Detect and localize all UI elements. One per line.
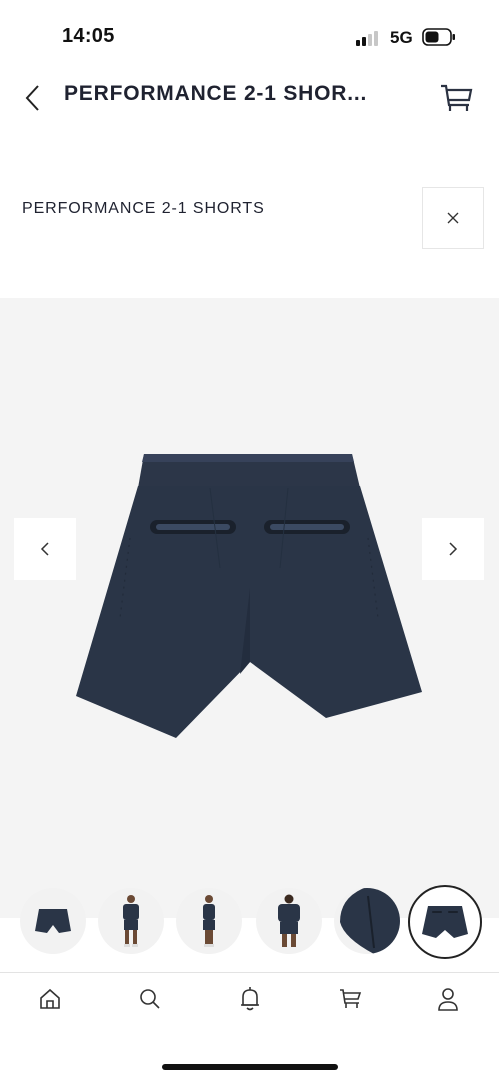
model-image — [203, 895, 215, 947]
thumbnail-shorts-back[interactable] — [408, 885, 482, 959]
tab-bar-divider — [0, 972, 499, 973]
thumbnail-strip — [0, 885, 499, 962]
previous-image-button[interactable] — [14, 518, 76, 580]
product-image-gallery[interactable] — [0, 298, 499, 918]
signal-icon — [356, 30, 380, 46]
chevron-left-icon — [25, 85, 39, 111]
tab-notifications[interactable] — [235, 984, 265, 1014]
tab-home[interactable] — [35, 984, 65, 1014]
search-icon — [140, 989, 160, 1009]
fabric-image — [340, 888, 400, 954]
top-nav-bar: PERFORMANCE 2-1 SHOR... — [0, 70, 499, 126]
tab-search[interactable] — [135, 984, 165, 1014]
thumbnail-model-back[interactable] — [256, 888, 322, 954]
home-indicator — [162, 1064, 338, 1070]
thumbnail-model-front[interactable] — [98, 888, 164, 954]
product-title: PERFORMANCE 2-1 SHORTS — [22, 200, 265, 217]
close-icon — [447, 212, 459, 224]
product-image — [76, 454, 422, 738]
chevron-right-icon — [449, 542, 458, 556]
thumbnail-model-side[interactable] — [176, 888, 242, 954]
profile-icon — [438, 988, 458, 1011]
chevron-left-icon — [40, 542, 49, 556]
cart-icon — [441, 84, 473, 111]
shorts-image — [422, 906, 468, 938]
bottom-tab-bar — [0, 978, 499, 1022]
product-detail-screen: 14:05 5G PERFORMANCE 2-1 SHOR... PERFORM… — [0, 0, 499, 1080]
status-time: 14:05 — [62, 25, 115, 47]
thumbnail-shorts-front[interactable] — [20, 888, 86, 954]
shorts-image — [35, 909, 71, 933]
cart-button[interactable] — [434, 76, 478, 120]
page-title: PERFORMANCE 2-1 SHOR... — [64, 82, 368, 105]
bell-icon — [241, 987, 259, 1011]
battery-icon — [422, 28, 455, 46]
cart-icon — [340, 989, 362, 1008]
model-image — [278, 894, 300, 947]
tab-profile[interactable] — [433, 984, 463, 1014]
close-button[interactable] — [422, 187, 484, 249]
network-label: 5G — [390, 28, 413, 47]
thumbnail-fabric-detail[interactable] — [334, 888, 400, 954]
model-image — [123, 895, 139, 947]
next-image-button[interactable] — [422, 518, 484, 580]
status-bar: 14:05 5G — [0, 0, 499, 70]
back-button[interactable] — [14, 78, 50, 118]
home-icon — [40, 988, 60, 1009]
tab-cart[interactable] — [335, 984, 365, 1014]
